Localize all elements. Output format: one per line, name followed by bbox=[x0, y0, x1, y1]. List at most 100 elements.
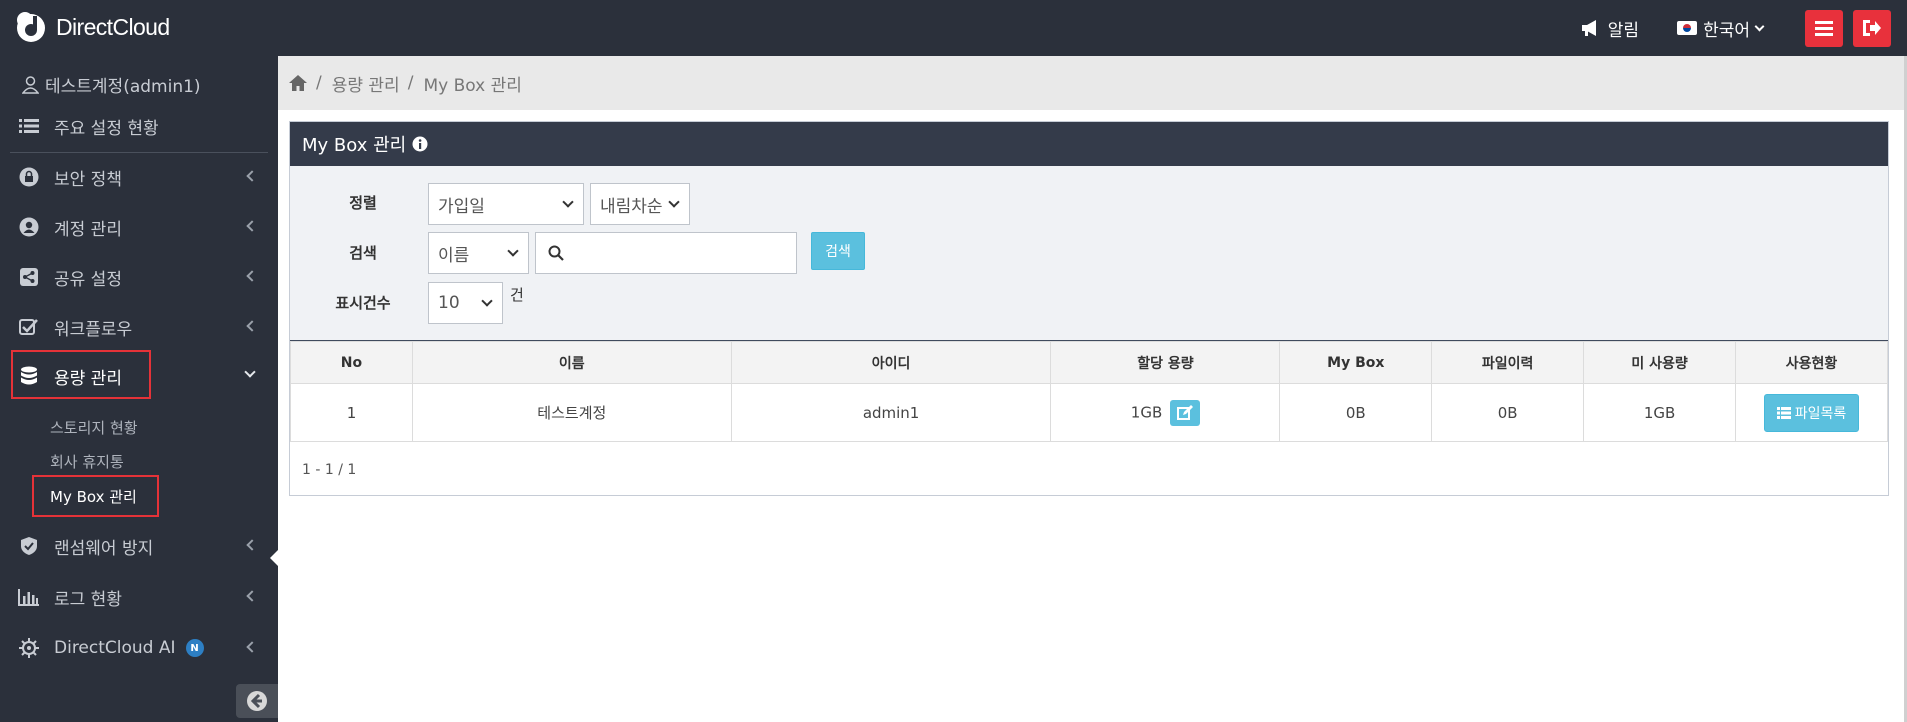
cell-quota: 1GB bbox=[1050, 383, 1281, 442]
sidebar: 테스트계정(admin1) 주요 설정 현황 보안 정책 계정 관리 공유 설정… bbox=[0, 56, 278, 722]
megaphone-icon bbox=[1581, 20, 1596, 36]
count-label: 표시건수 bbox=[335, 294, 391, 312]
order-value: 내림차순 bbox=[600, 196, 663, 217]
hamburger-icon bbox=[1815, 21, 1833, 36]
column-header: My Box bbox=[1279, 341, 1433, 384]
chevron-left-icon bbox=[246, 539, 258, 551]
user-circle-icon bbox=[18, 216, 40, 238]
list-icon bbox=[18, 115, 40, 137]
arrow-circle-left-icon bbox=[247, 691, 267, 711]
korea-flag-icon bbox=[1677, 21, 1698, 35]
cell-history: 0B bbox=[1431, 383, 1585, 442]
lock-icon bbox=[18, 166, 40, 188]
chevron-left-icon bbox=[246, 590, 258, 602]
chevron-left-icon bbox=[246, 170, 258, 182]
chevron-down-icon bbox=[481, 295, 493, 307]
sidebar-item-accounts[interactable]: 계정 관리 bbox=[0, 207, 278, 247]
search-label: 검색 bbox=[349, 244, 377, 262]
sort-select[interactable]: 가입일 bbox=[428, 183, 584, 225]
info-icon[interactable] bbox=[412, 136, 428, 152]
file-list-button[interactable]: 파일목록 bbox=[1763, 393, 1860, 432]
cell-no: 1 bbox=[290, 383, 413, 442]
chevron-left-icon bbox=[246, 220, 258, 232]
sort-value: 가입일 bbox=[438, 196, 485, 217]
home-icon[interactable] bbox=[288, 74, 308, 92]
breadcrumb-item[interactable]: 용량 관리 bbox=[332, 71, 400, 96]
sidebar-item-label: 공유 설정 bbox=[54, 269, 122, 290]
column-header: 아이디 bbox=[730, 341, 1052, 384]
chevron-down-icon bbox=[668, 196, 680, 208]
cell-name: 테스트계정 bbox=[411, 383, 732, 442]
menu-button[interactable] bbox=[1805, 9, 1843, 47]
sidebar-collapse-button[interactable] bbox=[236, 684, 278, 718]
language-selector[interactable]: 한국어 bbox=[1677, 16, 1765, 41]
ai-gear-icon bbox=[18, 637, 40, 659]
sidebar-item-logs[interactable]: 로그 현황 bbox=[0, 577, 278, 617]
panel-title: My Box 관리 bbox=[302, 135, 407, 156]
sign-out-icon bbox=[1863, 20, 1881, 36]
mybox-panel: My Box 관리 정렬 가입일 내림차순 검색 이름 검색 표시건수 10 건 bbox=[289, 121, 1889, 496]
order-select[interactable]: 내림차순 bbox=[590, 183, 690, 225]
sidebar-subitem-company-trash[interactable]: 회사 휴지통 bbox=[50, 451, 124, 472]
user-icon bbox=[22, 75, 39, 94]
chevron-down-icon bbox=[507, 245, 519, 257]
chevron-down-icon bbox=[244, 366, 256, 378]
alert-button[interactable]: 알림 bbox=[1580, 16, 1639, 41]
list-icon bbox=[1776, 406, 1791, 419]
logo[interactable]: DirectCloud bbox=[14, 9, 170, 45]
language-label: 한국어 bbox=[1703, 20, 1750, 41]
search-input[interactable] bbox=[535, 232, 797, 274]
check-square-icon bbox=[18, 316, 40, 338]
sidebar-item-settings-overview[interactable]: 주요 설정 현황 bbox=[0, 106, 278, 146]
breadcrumb-separator: / bbox=[407, 73, 414, 93]
cell-action: 파일목록 bbox=[1735, 383, 1888, 442]
sidebar-item-label: 워크플로우 bbox=[54, 319, 133, 340]
chevron-down-icon bbox=[1754, 21, 1765, 31]
column-header: No bbox=[290, 341, 413, 384]
mybox-table: No 이름 아이디 할당 용량 My Box 파일이력 미 사용량 사용현황 1… bbox=[290, 341, 1888, 442]
pagination-info: 1 - 1 / 1 bbox=[302, 462, 357, 478]
edit-icon bbox=[1177, 404, 1194, 420]
edit-quota-button[interactable] bbox=[1170, 399, 1201, 426]
breadcrumb-item-current: My Box 관리 bbox=[423, 75, 522, 96]
column-header: 사용현황 bbox=[1735, 341, 1888, 384]
sidebar-item-label: 계정 관리 bbox=[54, 219, 122, 240]
search-icon bbox=[548, 245, 564, 261]
sidebar-item-security[interactable]: 보안 정책 bbox=[0, 157, 278, 197]
chevron-left-icon bbox=[246, 641, 258, 653]
file-list-label: 파일목록 bbox=[1794, 405, 1847, 422]
sidebar-item-sharing[interactable]: 공유 설정 bbox=[0, 257, 278, 297]
count-value: 10 bbox=[438, 293, 460, 313]
chevron-left-icon bbox=[246, 270, 258, 282]
search-field-select[interactable]: 이름 bbox=[428, 232, 529, 274]
count-select[interactable]: 10 bbox=[428, 282, 503, 324]
breadcrumb: / 용량 관리 / My Box 관리 bbox=[278, 56, 1907, 110]
user-label: 테스트계정(admin1) bbox=[45, 77, 201, 97]
shield-icon bbox=[18, 535, 40, 557]
table-row: 1 테스트계정 admin1 1GB 0B 0B 1GB 파일목록 bbox=[290, 383, 1888, 442]
search-button[interactable]: 검색 bbox=[811, 232, 865, 270]
new-badge: N bbox=[185, 639, 204, 657]
quota-value: 1GB bbox=[1130, 403, 1163, 421]
sidebar-subitem-storage-status[interactable]: 스토리지 현황 bbox=[50, 417, 138, 438]
share-icon bbox=[18, 266, 40, 288]
sidebar-item-label: 보안 정책 bbox=[54, 169, 122, 190]
chevron-down-icon bbox=[562, 196, 574, 208]
column-header: 파일이력 bbox=[1431, 341, 1585, 384]
user-account[interactable]: 테스트계정(admin1) bbox=[22, 72, 201, 97]
search-field-value: 이름 bbox=[438, 245, 470, 266]
sidebar-item-workflow[interactable]: 워크플로우 bbox=[0, 307, 278, 347]
column-header: 할당 용량 bbox=[1050, 341, 1281, 384]
sidebar-item-directcloud-ai[interactable]: DirectCloud AI N bbox=[0, 628, 278, 668]
cloud-logo-icon bbox=[17, 12, 45, 42]
cell-unused: 1GB bbox=[1583, 383, 1737, 442]
count-unit: 건 bbox=[510, 286, 524, 304]
cell-id: admin1 bbox=[730, 383, 1052, 442]
logout-button[interactable] bbox=[1853, 9, 1891, 47]
sidebar-item-ransomware[interactable]: 랜섬웨어 방지 bbox=[0, 526, 278, 566]
sidebar-item-label: 로그 현황 bbox=[54, 589, 122, 610]
breadcrumb-separator: / bbox=[316, 73, 322, 93]
table-header-row: No 이름 아이디 할당 용량 My Box 파일이력 미 사용량 사용현황 bbox=[290, 341, 1888, 384]
column-header: 미 사용량 bbox=[1583, 341, 1737, 384]
highlight-box bbox=[11, 350, 151, 399]
